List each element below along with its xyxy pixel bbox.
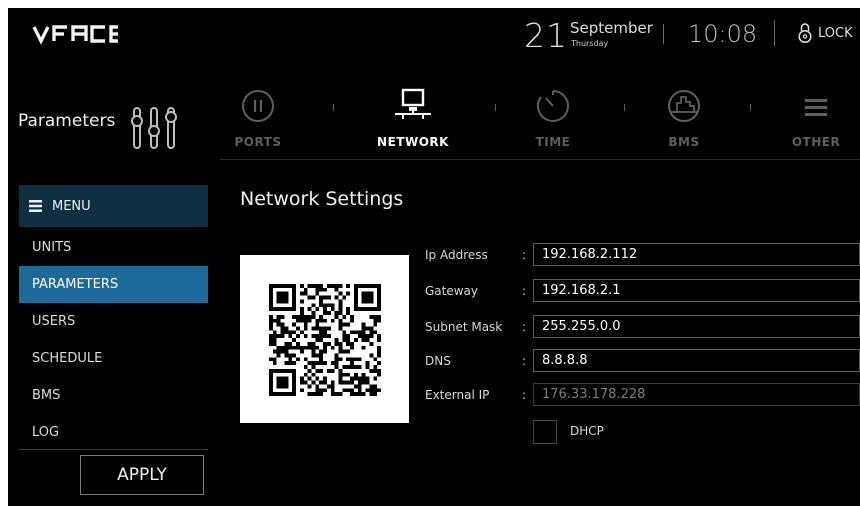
external-ip-input <box>533 383 860 406</box>
qr-code-icon <box>269 284 381 396</box>
divider <box>19 449 208 450</box>
hamburger-icon <box>805 99 827 116</box>
pause-circle-icon <box>242 90 274 122</box>
sidebar-item-units[interactable]: UNITS <box>19 229 208 266</box>
colon: : <box>522 248 527 262</box>
lock-label: LOCK <box>818 25 853 41</box>
ip-address-label: Ip Address <box>425 248 488 262</box>
external-ip-label: External IP <box>425 388 490 402</box>
header-divider <box>774 20 775 46</box>
subnet-mask-label: Subnet Mask <box>425 320 503 334</box>
tab-separator <box>333 104 334 111</box>
sidebar-item-log[interactable]: LOG <box>19 414 208 451</box>
sidebar-item-users[interactable]: USERS <box>19 303 208 340</box>
colon: : <box>522 354 527 368</box>
screen: 21 September Thursday 10:08 LOCK Paramet… <box>8 8 860 506</box>
lock-button[interactable]: LOCK <box>798 18 853 48</box>
hamburger-icon <box>29 200 42 212</box>
tab-network[interactable]: NETWORK <box>358 86 468 152</box>
tab-label: NETWORK <box>377 135 449 149</box>
ip-address-input[interactable] <box>533 243 860 266</box>
network-icon <box>395 88 431 119</box>
tab-separator <box>750 104 751 111</box>
colon: : <box>522 320 527 334</box>
padlock-icon <box>798 23 812 44</box>
tabbar-divider <box>220 159 860 160</box>
tab-bms[interactable]: BMS <box>629 86 739 152</box>
gateway-input[interactable] <box>533 279 860 302</box>
clock-time: 10:08 <box>688 20 758 48</box>
sidebar-item-bms[interactable]: BMS <box>19 377 208 414</box>
tab-label: TIME <box>535 135 571 149</box>
dhcp-checkbox[interactable] <box>533 420 557 444</box>
dhcp-label: DHCP <box>570 424 604 438</box>
tab-separator <box>495 104 496 111</box>
tab-label: OTHER <box>791 135 841 149</box>
sidebar-nav: UNITS PARAMETERS USERS SCHEDULE BMS LOG <box>19 229 208 451</box>
menu-label: MENU <box>52 198 91 214</box>
tab-separator <box>624 104 625 111</box>
vface-logo <box>32 25 118 45</box>
sidebar-item-schedule[interactable]: SCHEDULE <box>19 340 208 377</box>
dns-input[interactable] <box>533 349 860 372</box>
colon: : <box>522 284 527 298</box>
page-title: Parameters <box>18 111 116 131</box>
date-weekday: Thursday <box>571 39 609 48</box>
gateway-label: Gateway <box>425 284 479 298</box>
tab-label: PORTS <box>234 135 282 149</box>
header-divider <box>663 24 664 44</box>
apply-button[interactable]: APPLY <box>80 455 204 495</box>
dns-label: DNS <box>425 354 451 368</box>
tab-label: BMS <box>668 135 700 149</box>
date-day-number: 21 <box>524 16 568 55</box>
colon: : <box>522 388 527 402</box>
sidebar-item-parameters[interactable]: PARAMETERS <box>19 266 208 303</box>
tab-ports[interactable]: PORTS <box>203 86 313 152</box>
timer-icon <box>537 90 569 122</box>
tab-time[interactable]: TIME <box>498 86 608 152</box>
date-month: September <box>570 19 653 37</box>
tab-other[interactable]: OTHER <box>761 86 860 152</box>
qr-code <box>240 255 409 423</box>
building-icon <box>668 90 700 122</box>
menu-toggle[interactable]: MENU <box>19 185 208 227</box>
sliders-icon <box>131 107 177 149</box>
subnet-mask-input[interactable] <box>533 315 860 338</box>
section-title: Network Settings <box>240 188 404 210</box>
